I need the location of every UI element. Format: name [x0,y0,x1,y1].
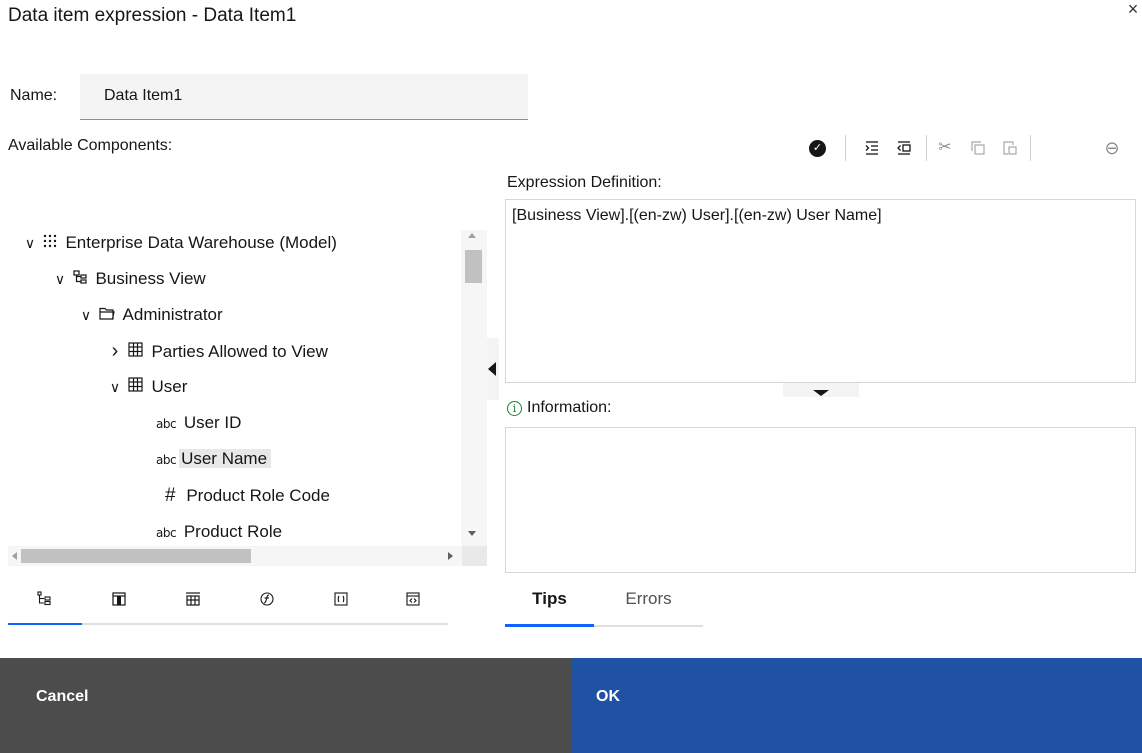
information-panel [505,427,1136,573]
folder-icon [99,303,115,327]
scroll-left-icon[interactable] [12,552,17,560]
name-field [80,74,528,120]
tree-item-label: User [151,377,188,396]
chevron-right-icon[interactable]: › [107,339,123,363]
data-items-icon [112,592,126,606]
scrollbar-thumb[interactable] [21,549,251,563]
tab-macros[interactable] [378,583,448,625]
tab-errors[interactable]: Errors [594,583,703,627]
tree-item-label: Parties Allowed to View [151,342,328,361]
close-icon[interactable]: × [1124,0,1142,18]
name-label: Name: [10,87,58,104]
scroll-down-icon[interactable] [468,531,476,536]
info-icon: i [507,401,522,416]
dialog-title: Data item expression - Data Item1 [8,5,297,26]
expression-text: [Business View].[(en-zw) User].[(en-zw) … [512,207,882,224]
ok-button-label: OK [596,688,620,705]
tree-item-business-view[interactable]: ∨ Business View [52,267,206,291]
tree-item-product-role-code[interactable]: # Product Role Code [165,484,330,508]
tab-functions[interactable] [230,583,304,625]
query-items-icon [186,592,200,606]
text-type-icon: abc [156,453,177,467]
caret-left-icon [488,362,496,376]
cancel-button[interactable]: Cancel [0,658,572,753]
text-type-icon: abc [156,417,177,431]
tree-item-model[interactable]: ∨ Enterprise Data Warehouse (Model) [22,231,337,255]
model-icon [43,231,57,255]
toolbar-divider [845,135,846,161]
parameters-icon [334,592,348,606]
table-icon [128,340,143,364]
checkmark-icon: ✓ [809,140,826,157]
source-tree-icon [37,591,51,606]
tree-item-label: User Name [179,449,272,468]
tree-item-label: User ID [183,413,242,432]
information-label: Information: [527,399,612,416]
text-type-icon: abc [156,526,177,540]
tree-item-label: Administrator [122,305,223,324]
copy-button[interactable] [967,137,989,159]
tree-item-label: Product Role Code [186,486,330,505]
scroll-up-icon[interactable] [468,233,476,238]
chevron-down-icon[interactable]: ∨ [52,267,68,291]
copy-icon [971,141,985,155]
minus-circle-icon: ⊖ [1104,138,1120,158]
expression-definition-label: Expression Definition: [507,174,662,191]
chevron-down-icon[interactable]: ∨ [22,231,38,255]
tree-item-administrator[interactable]: ∨ Administrator [78,303,223,327]
outdent-icon [897,141,911,155]
tab-data-items[interactable] [82,583,156,625]
table-icon [128,375,143,399]
cancel-button-label: Cancel [36,688,89,705]
tree-item-label: Business View [95,269,206,288]
indent-icon [865,141,878,155]
scrollbar-corner [462,546,487,566]
caret-down-icon [813,390,829,396]
toolbar-divider [1030,135,1031,161]
tree-item-user-name[interactable]: abc User Name [156,447,272,471]
expression-editor[interactable]: [Business View].[(en-zw) User].[(en-zw) … [505,199,1136,383]
ok-button[interactable]: OK [572,658,1142,753]
components-tree: ∨ Enterprise Data Warehouse (Model) ∨ Bu… [8,222,487,566]
namespace-icon [73,267,87,291]
available-components-label: Available Components: [8,137,173,154]
tab-query-items[interactable] [156,583,230,625]
scroll-right-icon[interactable] [448,552,453,560]
tree-item-user-id[interactable]: abc User ID [156,411,241,435]
macros-icon [406,592,420,606]
chevron-down-icon[interactable]: ∨ [107,375,123,399]
tree-item-label: Product Role [183,522,283,541]
tree-item-label: Enterprise Data Warehouse (Model) [65,233,337,252]
paste-button[interactable] [999,137,1021,159]
tab-tips[interactable]: Tips [505,583,594,627]
remove-button[interactable]: ⊖ [1101,137,1123,159]
functions-icon [260,592,274,606]
cut-button[interactable]: ✂ [934,137,956,159]
scrollbar-thumb[interactable] [465,250,482,283]
tab-parameters[interactable] [304,583,378,625]
paste-icon [1003,141,1017,155]
tree-item-parties-allowed-to-view[interactable]: › Parties Allowed to View [107,339,328,363]
number-type-icon: # [165,485,176,506]
validate-button[interactable]: ✓ [807,137,829,159]
tab-source[interactable] [8,583,82,625]
toolbar-divider [926,135,927,161]
indent-button[interactable] [861,137,883,159]
tree-item-user[interactable]: ∨ User [107,375,188,399]
tree-item-product-role[interactable]: abc Product Role [156,520,282,544]
name-input[interactable] [104,74,514,118]
chevron-down-icon[interactable]: ∨ [78,303,94,327]
scissors-icon: ✂ [938,139,952,156]
outdent-button[interactable] [893,137,915,159]
